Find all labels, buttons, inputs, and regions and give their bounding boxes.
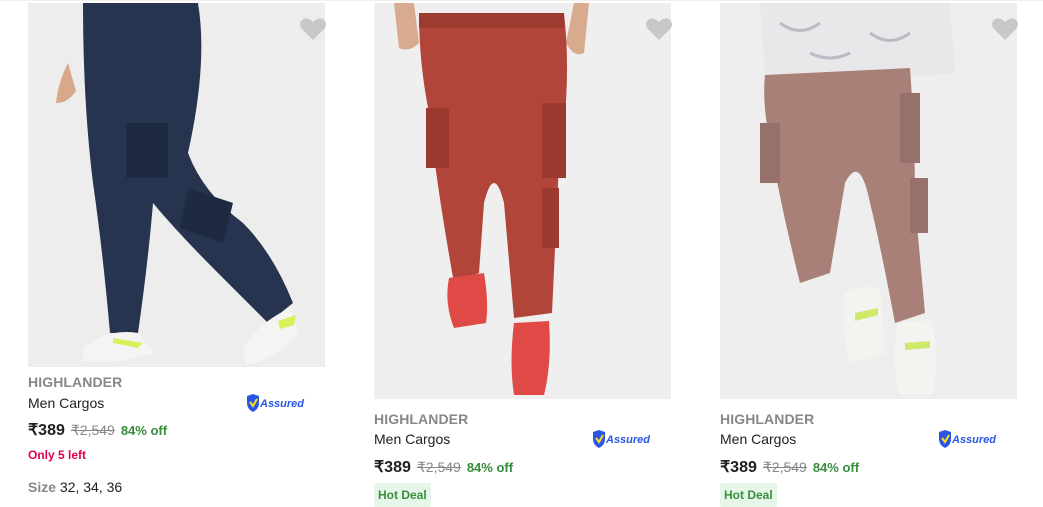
product-title[interactable]: Men Cargos [720, 431, 796, 447]
original-price: ₹2,549 [70, 422, 115, 438]
product-image-navy-cargo [28, 3, 325, 367]
original-price: ₹2,549 [416, 459, 461, 475]
assured-badge-icon: Assured [247, 394, 304, 412]
heart-icon[interactable] [990, 14, 1020, 44]
assured-label: Assured [259, 398, 304, 410]
product-image[interactable] [28, 3, 325, 367]
selling-price: ₹389 [374, 459, 411, 476]
selling-price: ₹389 [28, 422, 65, 439]
size-row: Size 32, 34, 36 [28, 479, 122, 495]
product-image-red-cargo [374, 3, 671, 399]
original-price: ₹2,549 [762, 459, 807, 475]
hot-deal-badge: Hot Deal [720, 483, 777, 507]
price-row: ₹389 ₹2,549 84% off [28, 420, 167, 440]
product-brand: HIGHLANDER [28, 374, 123, 390]
price-row: ₹389 ₹2,549 84% off [374, 457, 513, 477]
discount-percent: 84% off [120, 423, 168, 438]
assured-label: Assured [951, 434, 996, 446]
product-brand: HIGHLANDER [720, 411, 815, 427]
top-divider [0, 0, 1043, 1]
assured-badge-icon: Assured [939, 430, 996, 448]
size-values: 32, 34, 36 [59, 479, 123, 495]
product-title[interactable]: Men Cargos [374, 431, 450, 447]
selling-price: ₹389 [720, 459, 757, 476]
product-image[interactable] [720, 3, 1017, 399]
product-image-mauve-cargo [720, 3, 1017, 399]
heart-icon[interactable] [644, 14, 674, 44]
heart-icon[interactable] [298, 14, 328, 44]
assured-label: Assured [605, 434, 650, 446]
discount-percent: 84% off [812, 460, 860, 475]
product-title[interactable]: Men Cargos [28, 395, 104, 411]
product-image[interactable] [374, 3, 671, 399]
product-brand: HIGHLANDER [374, 411, 469, 427]
size-label: Size [28, 479, 57, 495]
discount-percent: 84% off [466, 460, 514, 475]
price-row: ₹389 ₹2,549 84% off [720, 457, 859, 477]
hot-deal-badge: Hot Deal [374, 483, 431, 507]
assured-badge-icon: Assured [593, 430, 650, 448]
stock-note: Only 5 left [28, 448, 87, 462]
